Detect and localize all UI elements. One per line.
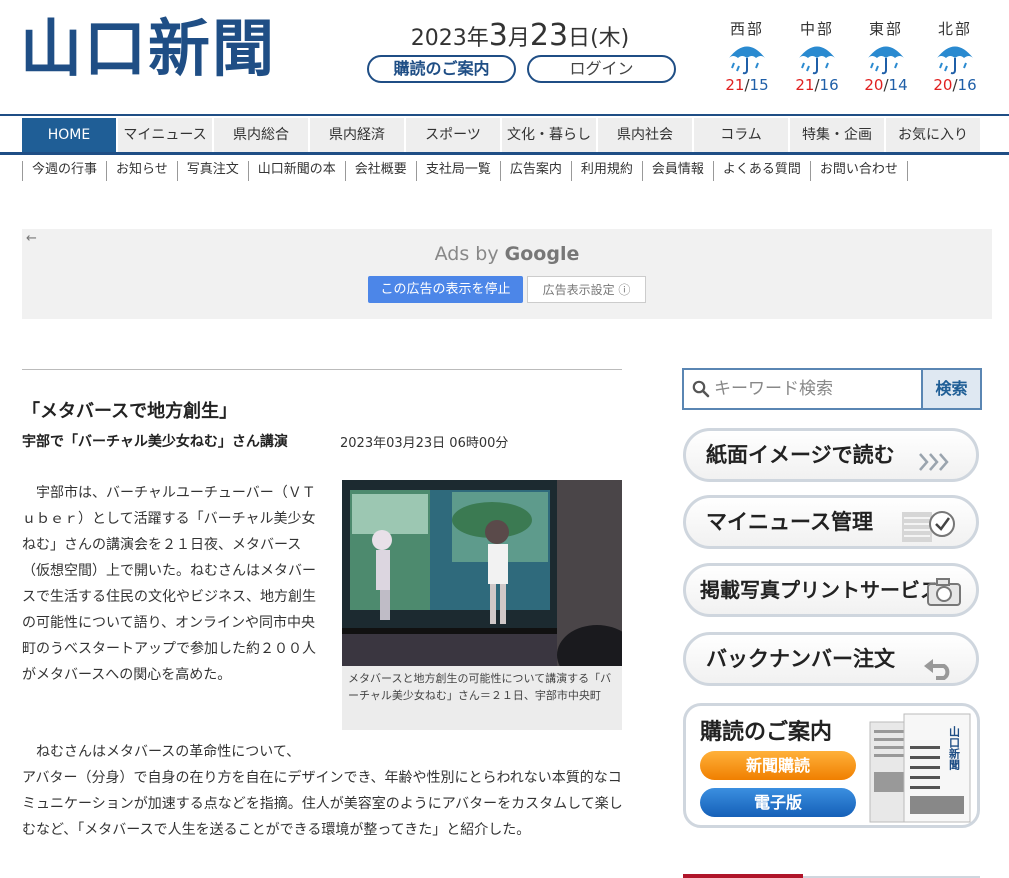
high-temp: 20 bbox=[933, 76, 953, 94]
nav-tab-1[interactable]: マイニュース bbox=[118, 118, 214, 152]
nav-tab-9[interactable]: お気に入り bbox=[886, 118, 982, 152]
umbrella-rain-icon bbox=[868, 46, 904, 75]
return-arrow-icon bbox=[924, 649, 954, 680]
photo-print-service-label: 掲載写真プリントサービス bbox=[700, 578, 940, 602]
subnav-link-9[interactable]: よくある質問 bbox=[712, 161, 810, 181]
article-paragraph-2-rest: アバター（分身）で自身の在り方を自在にデザインでき、年齢や性別にとらわれない本質… bbox=[22, 770, 623, 838]
photo-print-service-button[interactable]: 掲載写真プリントサービス bbox=[683, 563, 979, 617]
date-month: 3 bbox=[488, 18, 508, 53]
site-logo[interactable]: 山口新聞 bbox=[20, 14, 320, 84]
umbrella-rain-icon bbox=[937, 46, 973, 75]
low-temp: 16 bbox=[957, 76, 977, 94]
ad-settings-button[interactable]: 広告表示設定 ⓘ bbox=[527, 276, 646, 303]
my-news-manage-label: マイニュース管理 bbox=[706, 510, 873, 534]
read-paper-image-label: 紙面イメージで読む bbox=[706, 443, 895, 467]
article-datetime: 2023年03月23日 06時00分 bbox=[340, 436, 509, 451]
weather-temps: 21/15 bbox=[719, 76, 775, 94]
umbrella-rain-icon bbox=[799, 46, 835, 75]
article-paragraph-1: 宇部市は、バーチャルユーチューバー（ＶＴｕｂｅｒ）として活躍する「バーチャル美少… bbox=[22, 485, 316, 683]
ads-by-label: Ads by bbox=[434, 243, 505, 265]
weather-region-name: 北部 bbox=[937, 20, 972, 38]
high-temp: 21 bbox=[795, 76, 815, 94]
weather-region-name: 中部 bbox=[799, 20, 834, 38]
date-day: 23 bbox=[529, 18, 569, 53]
promo-title: 購読のご案内 bbox=[700, 720, 833, 745]
article-subtitle: 宇部で「バーチャル美少女ねむ」さん講演 bbox=[22, 434, 288, 450]
article-top-divider bbox=[22, 369, 622, 370]
sidebar-bottom-divider bbox=[683, 874, 980, 878]
digital-edition-button[interactable]: 電子版 bbox=[700, 788, 856, 817]
subscription-promo: 購読のご案内 新聞購読 電子版 山口新聞 bbox=[683, 703, 980, 828]
nav-tab-2[interactable]: 県内総合 bbox=[214, 118, 310, 152]
keyword-search: 検索 bbox=[682, 368, 982, 410]
back-number-order-label: バックナンバー注文 bbox=[706, 647, 895, 671]
search-input[interactable] bbox=[714, 376, 914, 402]
svg-text:山口新聞: 山口新聞 bbox=[948, 725, 961, 771]
weather-region-2[interactable]: 東部 20/14 bbox=[858, 18, 914, 94]
nav-tab-8[interactable]: 特集・企画 bbox=[790, 118, 886, 152]
subnav-link-0[interactable]: 今週の行事 bbox=[22, 161, 106, 181]
nav-top-border bbox=[0, 114, 1009, 116]
weather-region-name: 東部 bbox=[868, 20, 903, 38]
subnav-link-6[interactable]: 広告案内 bbox=[499, 161, 571, 181]
main-nav: HOME マイニュース 県内総合 県内経済 スポーツ 文化・暮らし 県内社会 コラム 特集・企画… bbox=[22, 118, 982, 152]
subnav-link-7[interactable]: 利用規約 bbox=[570, 161, 642, 181]
google-label: Google bbox=[504, 243, 580, 265]
nav-bottom-border bbox=[0, 152, 1009, 155]
login-button[interactable]: ログイン bbox=[527, 55, 676, 83]
subnav-link-5[interactable]: 支社局一覧 bbox=[415, 161, 500, 181]
nav-tab-5[interactable]: 文化・暮らし bbox=[502, 118, 598, 152]
ads-by-google: Ads by Google bbox=[22, 243, 992, 265]
weather-temps: 21/16 bbox=[789, 76, 845, 94]
camera-icon bbox=[926, 576, 962, 606]
date-weekday: (木) bbox=[590, 26, 630, 51]
subnav-link-8[interactable]: 会員情報 bbox=[641, 161, 713, 181]
low-temp: 15 bbox=[749, 76, 769, 94]
read-paper-image-button[interactable]: 紙面イメージで読む bbox=[683, 428, 979, 482]
article-photo[interactable] bbox=[342, 480, 622, 666]
weather-temps: 20/14 bbox=[858, 76, 914, 94]
subnav-link-10[interactable]: お問い合わせ bbox=[809, 161, 908, 181]
nav-tab-6[interactable]: 県内社会 bbox=[598, 118, 694, 152]
search-icon bbox=[692, 380, 710, 402]
sub-nav: 今週の行事 お知らせ 写真注文 山口新聞の本 会社概要 支社局一覧 広告案内 利用規約 会員情報… bbox=[22, 161, 908, 181]
high-temp: 21 bbox=[725, 76, 745, 94]
chevrons-icon bbox=[916, 443, 956, 473]
my-news-manage-button[interactable]: マイニュース管理 bbox=[683, 495, 979, 549]
weather-region-name: 西部 bbox=[729, 20, 764, 38]
weather-temps: 20/16 bbox=[927, 76, 983, 94]
newspaper-image: 山口新聞 bbox=[864, 712, 974, 824]
subscription-info-button[interactable]: 購読のご案内 bbox=[367, 55, 516, 83]
low-temp: 14 bbox=[888, 76, 908, 94]
date-day-suffix: 日 bbox=[568, 26, 591, 51]
date-year: 2023年 bbox=[410, 26, 489, 51]
date-month-suffix: 月 bbox=[507, 26, 530, 51]
current-date: 2023年3月23日(木) bbox=[380, 18, 660, 53]
checklist-icon bbox=[898, 504, 962, 542]
weather-region-0[interactable]: 西部 21/15 bbox=[719, 18, 775, 94]
weather-region-3[interactable]: 北部 20/16 bbox=[927, 18, 983, 94]
subnav-link-3[interactable]: 山口新聞の本 bbox=[247, 161, 345, 181]
article-paragraph-2: ねむさんはメタバースの革命性について、アバター（分身）で自身の在り方を自在にデザ… bbox=[22, 739, 628, 843]
subnav-link-2[interactable]: 写真注文 bbox=[176, 161, 248, 181]
article-title: 「メタバースで地方創生」 bbox=[22, 401, 238, 422]
high-temp: 20 bbox=[864, 76, 884, 94]
ad-panel: ← Ads by Google この広告の表示を停止 広告表示設定 ⓘ bbox=[22, 229, 992, 319]
subnav-link-4[interactable]: 会社概要 bbox=[344, 161, 416, 181]
umbrella-rain-icon bbox=[729, 46, 765, 75]
stop-ad-button[interactable]: この広告の表示を停止 bbox=[368, 276, 523, 303]
search-button[interactable]: 検索 bbox=[921, 370, 980, 408]
nav-tab-3[interactable]: 県内経済 bbox=[310, 118, 406, 152]
photo-caption: メタバースと地方創生の可能性について講演する「バーチャル美少女ねむ」さん＝２１日… bbox=[342, 666, 622, 730]
back-number-order-button[interactable]: バックナンバー注文 bbox=[683, 632, 979, 686]
nav-tab-7[interactable]: コラム bbox=[694, 118, 790, 152]
newspaper-subscribe-button[interactable]: 新聞購読 bbox=[700, 751, 856, 780]
nav-tab-4[interactable]: スポーツ bbox=[406, 118, 502, 152]
subnav-link-1[interactable]: お知らせ bbox=[106, 161, 177, 181]
weather-region-1[interactable]: 中部 21/16 bbox=[789, 18, 845, 94]
nav-tab-0[interactable]: HOME bbox=[22, 118, 118, 152]
article-paragraph-2-lead: ねむさんはメタバースの革命性について、 bbox=[22, 744, 301, 760]
low-temp: 16 bbox=[819, 76, 839, 94]
